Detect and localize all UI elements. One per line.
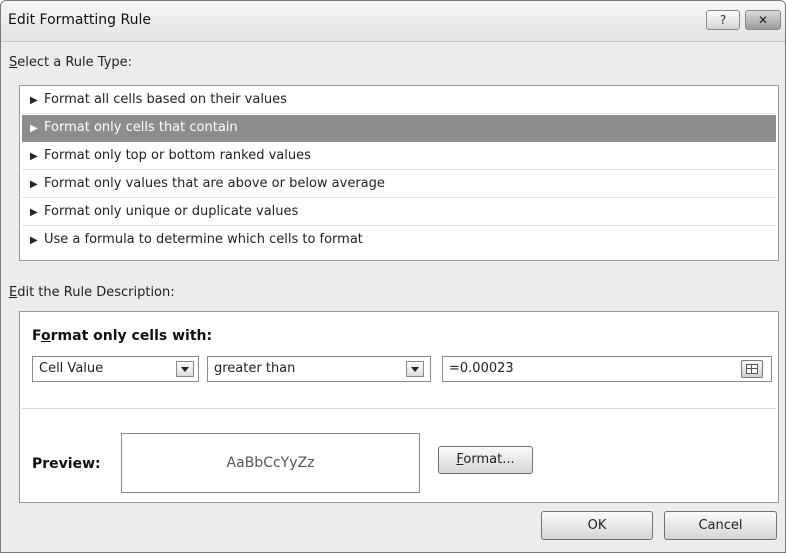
triangle-right-icon: ▶ [30,207,38,218]
chevron-down-icon[interactable] [406,361,424,377]
preview-label: Preview: [32,456,101,472]
triangle-right-icon: ▶ [30,95,38,106]
dialog-title: Edit Formatting Rule [8,12,151,28]
triangle-right-icon: ▶ [30,151,38,162]
condition-field-select[interactable]: Cell Value [32,356,199,382]
value-input[interactable]: =0.00023 [442,356,772,382]
cancel-button[interactable]: Cancel [664,511,777,540]
rule-type-item[interactable]: ▶ Format only unique or duplicate values [22,199,776,226]
chevron-down-icon[interactable] [176,361,194,377]
preview-sample-text: AaBbCcYyZz [226,455,315,471]
rule-type-item[interactable]: ▶ Use a formula to determine which cells … [22,227,776,254]
help-button[interactable]: ? [706,10,740,30]
value-text: =0.00023 [449,361,514,376]
close-button[interactable]: ✕ [745,10,781,30]
condition-field-value: Cell Value [39,361,104,376]
rule-description-panel: Format only cells with: Cell Value great… [19,311,779,503]
operator-select[interactable]: greater than [207,356,431,382]
range-selector-button[interactable] [741,360,763,378]
rule-type-item-selected[interactable]: ▶ Format only cells that contain [22,115,776,142]
range-select-icon [746,364,758,374]
rule-description-label: Edit the Rule Description: [9,285,175,300]
help-icon: ? [719,13,727,27]
rule-type-item[interactable]: ▶ Format only top or bottom ranked values [22,143,776,170]
operator-value: greater than [214,361,296,376]
edit-formatting-rule-dialog: Edit Formatting Rule ? ✕ Select a Rule T… [0,0,786,553]
close-icon: ✕ [757,13,769,27]
format-only-cells-heading: Format only cells with: [32,328,213,344]
triangle-right-icon: ▶ [30,123,38,134]
rule-type-item[interactable]: ▶ Format all cells based on their values [22,87,776,114]
rule-type-list[interactable]: ▶ Format all cells based on their values … [19,85,779,261]
rule-type-item[interactable]: ▶ Format only values that are above or be… [22,171,776,198]
rule-type-label: Select a Rule Type: [9,55,133,70]
format-button[interactable]: Format... [438,446,533,474]
triangle-right-icon: ▶ [30,235,38,246]
divider [22,408,776,409]
triangle-right-icon: ▶ [30,179,38,190]
ok-button[interactable]: OK [541,511,653,540]
preview-box: AaBbCcYyZz [121,433,420,493]
title-bar: Edit Formatting Rule ? ✕ [1,1,785,42]
